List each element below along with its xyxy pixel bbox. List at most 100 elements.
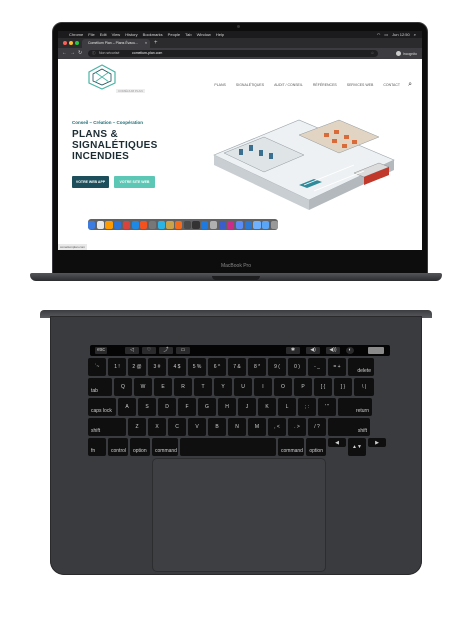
space-bar-key[interactable] [180, 438, 276, 456]
nav-item-contact[interactable]: CONTACT [383, 83, 400, 87]
address-bar[interactable]: ⓘ Non sécurisé comelium-plan.com ☆ [88, 50, 378, 57]
keyboard-key[interactable]: control [108, 438, 128, 456]
keyboard-key[interactable]: = + [328, 358, 346, 376]
keyboard-key[interactable]: W [134, 378, 152, 396]
menu-window[interactable]: Window [197, 31, 211, 38]
keyboard-key[interactable]: , < [268, 418, 286, 436]
keyboard-key[interactable]: D [158, 398, 176, 416]
touchbar-siri-icon[interactable]: ◐ [346, 347, 354, 354]
nav-item-signaletiques[interactable]: SIGNALÉTIQUES [236, 83, 264, 87]
keyboard-key[interactable]: ◀ [328, 438, 346, 447]
dock-app-icon[interactable] [235, 220, 244, 229]
url-text[interactable]: comelium-plan.com [132, 50, 162, 57]
back-button[interactable]: ← [62, 50, 67, 57]
touchbar-tabs-icon[interactable]: ▭ [176, 347, 190, 354]
touchbar-esc-key[interactable]: esc [95, 347, 107, 354]
keyboard-key[interactable]: K [258, 398, 276, 416]
forward-button[interactable]: → [70, 50, 75, 57]
keyboard-key[interactable]: U [234, 378, 252, 396]
dock-app-icon[interactable] [262, 220, 270, 229]
keyboard-key[interactable]: shift [328, 418, 370, 436]
keyboard-key[interactable]: 3 # [148, 358, 166, 376]
new-tab-button[interactable]: + [154, 39, 158, 47]
dock-app-icon[interactable] [218, 220, 226, 229]
menu-edit[interactable]: Edit [100, 31, 107, 38]
keyboard-key[interactable]: ▲▼ [348, 438, 366, 456]
keyboard-key[interactable]: 7 & [228, 358, 246, 376]
keyboard-key[interactable]: M [248, 418, 266, 436]
keyboard-key[interactable]: S [138, 398, 156, 416]
site-web-button[interactable]: VOTRE SITE WEB [114, 176, 155, 188]
dock-app-icon[interactable] [140, 220, 148, 229]
bookmark-star-icon[interactable]: ☆ [371, 50, 374, 57]
dock-app-icon[interactable] [201, 220, 209, 229]
keyboard-key[interactable]: R [174, 378, 192, 396]
keyboard-key[interactable]: Z [128, 418, 146, 436]
touchbar-volume-down-icon[interactable]: ◀) [306, 347, 320, 354]
keyboard-key[interactable]: 6 ^ [208, 358, 226, 376]
keyboard-key[interactable]: delete [348, 358, 374, 376]
keyboard-key[interactable]: I [254, 378, 272, 396]
profile-button[interactable]: Incognito [395, 50, 417, 57]
dock-app-icon[interactable] [157, 220, 165, 229]
dock-app-icon[interactable] [122, 220, 131, 229]
touchbar-brightness-icon[interactable]: ✱ [286, 347, 300, 354]
dock-app-icon[interactable] [114, 220, 122, 229]
dock-app-icon[interactable] [244, 220, 252, 229]
keyboard-key[interactable]: Y [214, 378, 232, 396]
touchbar-favorite-icon[interactable]: ♡ [142, 347, 156, 354]
dock-app-icon[interactable] [227, 220, 235, 229]
keyboard-key[interactable]: option [306, 438, 326, 456]
keyboard-key[interactable]: tab [88, 378, 112, 396]
nav-item-services-web[interactable]: SERVICES WEB [347, 83, 374, 87]
dock-app-icon[interactable] [183, 220, 191, 229]
touch-id-sensor[interactable] [368, 347, 384, 354]
keyboard-key[interactable]: ▶ [368, 438, 386, 447]
dock-app-icon[interactable] [96, 220, 104, 229]
search-icon[interactable]: ⌕ [414, 31, 416, 38]
touch-bar[interactable]: esc ◁ ♡ ⤴ ▭ ✱ ◀) ◀)) ◐ [90, 345, 390, 356]
menu-people[interactable]: People [168, 31, 180, 38]
keyboard-key[interactable]: ] } [334, 378, 352, 396]
touchbar-volume-up-icon[interactable]: ◀)) [326, 347, 340, 354]
keyboard-key[interactable]: return [338, 398, 372, 416]
wifi-icon[interactable]: ◠ [377, 31, 381, 38]
zoom-window-button[interactable] [75, 41, 79, 45]
keyboard-key[interactable]: ' " [318, 398, 336, 416]
clock[interactable]: Jun 12:50 [392, 31, 410, 38]
keyboard-key[interactable]: 9 ( [268, 358, 286, 376]
menu-view[interactable]: View [112, 31, 121, 38]
keyboard-key[interactable]: L [278, 398, 296, 416]
keyboard-key[interactable]: 1 ! [108, 358, 126, 376]
keyboard-key[interactable]: - _ [308, 358, 326, 376]
menu-bookmarks[interactable]: Bookmarks [143, 31, 163, 38]
keyboard-key[interactable]: option [130, 438, 150, 456]
keyboard-key[interactable]: 8 * [248, 358, 266, 376]
nav-item-plans[interactable]: PLANS [214, 83, 225, 87]
dock-app-icon[interactable] [192, 220, 200, 229]
menu-help[interactable]: Help [216, 31, 224, 38]
keyboard-key[interactable]: command [278, 438, 304, 456]
dock-app-icon[interactable] [209, 220, 218, 229]
keyboard-key[interactable]: G [198, 398, 216, 416]
keyboard-key[interactable]: command [152, 438, 178, 456]
keyboard-key[interactable]: ; : [298, 398, 316, 416]
keyboard-key[interactable]: T [194, 378, 212, 396]
menu-tab[interactable]: Tab [185, 31, 191, 38]
menu-file[interactable]: File [88, 31, 94, 38]
keyboard-key[interactable]: 0 ) [288, 358, 306, 376]
keyboard-key[interactable]: shift [88, 418, 126, 436]
keyboard-key[interactable]: \ | [354, 378, 374, 396]
menu-chrome[interactable]: Chrome [69, 31, 83, 38]
dock-app-icon[interactable] [131, 220, 139, 229]
dock-app-icon[interactable] [105, 220, 113, 229]
touchbar-back-icon[interactable]: ◁ [125, 347, 139, 354]
keyboard-key[interactable]: J [238, 398, 256, 416]
browser-tab[interactable]: Comélium Plan – Plans Évacu... × [82, 39, 150, 48]
keyboard-key[interactable]: / ? [308, 418, 326, 436]
keyboard-key[interactable]: O [274, 378, 292, 396]
dock-app-icon[interactable] [270, 220, 278, 229]
dock-app-icon[interactable] [148, 220, 157, 229]
keyboard-key[interactable]: P [294, 378, 312, 396]
info-icon[interactable]: ⓘ [92, 50, 96, 57]
